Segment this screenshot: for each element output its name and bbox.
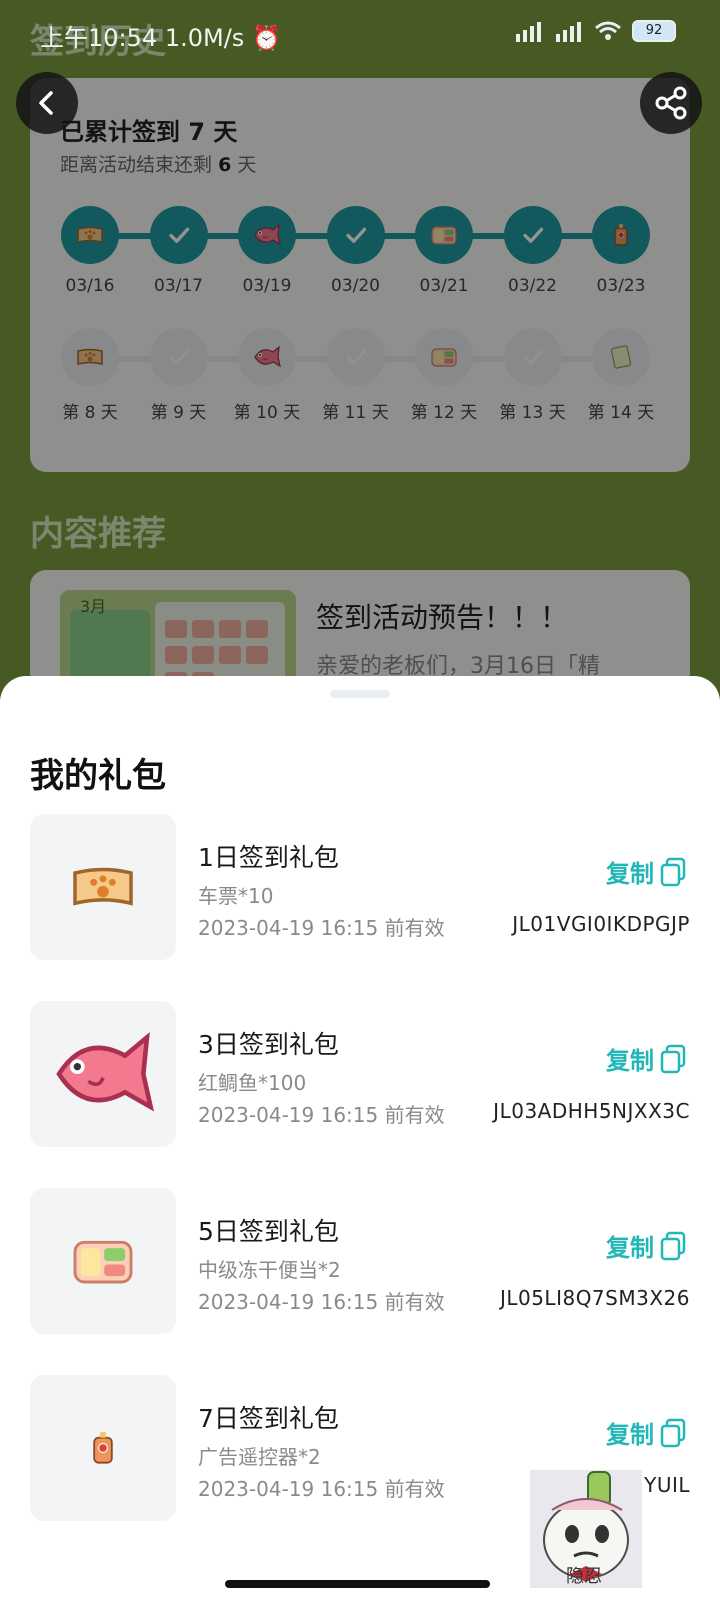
gift-code[interactable]: JL05LI8Q7SM3X26: [500, 1286, 690, 1310]
copy-icon: [660, 1231, 686, 1260]
gift-row: 5日签到礼包 中级冻干便当*2 2023-04-19 16:15 前有效 复制 …: [0, 1188, 720, 1334]
home-indicator[interactable]: [225, 1580, 490, 1588]
network-speed: 1.0M/s: [164, 24, 245, 52]
gift-expiry: 2023-04-19 16:15 前有效: [198, 1477, 445, 1501]
copy-button[interactable]: 复制: [606, 1415, 686, 1450]
remote-icon: [93, 1431, 113, 1464]
bento-icon: [73, 1240, 133, 1284]
copy-label: 复制: [606, 1047, 654, 1075]
signal-icon: [516, 22, 541, 42]
gift-item: 红鲷鱼*100: [198, 1071, 307, 1095]
gift-row: 1日签到礼包 车票*10 2023-04-19 16:15 前有效 复制 JL0…: [0, 814, 720, 960]
gift-row: 3日签到礼包 红鲷鱼*100 2023-04-19 16:15 前有效 复制 J…: [0, 1001, 720, 1147]
gift-name: 1日签到礼包: [198, 843, 339, 872]
copy-label: 复制: [606, 1234, 654, 1262]
gift-code[interactable]: JL03ADHH5NJXX3C: [493, 1099, 690, 1123]
gift-icon-box: [30, 1188, 176, 1334]
gift-item: 车票*10: [198, 884, 274, 908]
copy-label: 复制: [606, 860, 654, 888]
gift-icon-box: [30, 1001, 176, 1147]
chevron-left-icon: [39, 91, 53, 115]
copy-icon: [660, 857, 686, 886]
gift-name: 7日签到礼包: [198, 1404, 339, 1433]
wifi-icon: [595, 21, 621, 40]
share-button[interactable]: [640, 72, 702, 134]
copy-button[interactable]: 复制: [606, 1228, 686, 1263]
copy-button[interactable]: 复制: [606, 1041, 686, 1076]
gift-expiry: 2023-04-19 16:15 前有效: [198, 916, 445, 940]
back-button[interactable]: [16, 72, 78, 134]
dim-overlay[interactable]: [0, 0, 720, 700]
gift-expiry: 2023-04-19 16:15 前有效: [198, 1290, 445, 1314]
sheet-handle[interactable]: [330, 690, 390, 698]
status-time: 上午10:54 1.0M/s ⏰: [40, 24, 282, 52]
floating-sticker[interactable]: 隐忍: [530, 1470, 642, 1588]
status-bar: 上午10:54 1.0M/s ⏰ 92: [0, 0, 720, 62]
gift-item: 中级冻干便当*2: [198, 1258, 341, 1282]
gift-name: 5日签到礼包: [198, 1217, 339, 1246]
copy-button[interactable]: 复制: [606, 854, 686, 889]
gift-icon-box: [30, 1375, 176, 1521]
sheet-title: 我的礼包: [30, 756, 166, 796]
gift-item: 广告遥控器*2: [198, 1445, 321, 1469]
signal-icon: [556, 22, 581, 42]
copy-icon: [660, 1044, 686, 1073]
gift-expiry: 2023-04-19 16:15 前有效: [198, 1103, 445, 1127]
gift-sheet: 我的礼包 1日签到礼包 车票*10 2023-04-19 16:15 前有效 复…: [0, 676, 720, 1600]
copy-icon: [660, 1418, 686, 1447]
gift-name: 3日签到礼包: [198, 1030, 339, 1059]
sticker-caption: 隐忍: [566, 1566, 602, 1587]
ticket-icon: [73, 867, 133, 906]
battery-icon: 92: [632, 20, 676, 42]
fish-icon: [56, 1031, 155, 1112]
alarm-icon: ⏰: [251, 24, 282, 52]
gift-icon-box: [30, 814, 176, 960]
copy-label: 复制: [606, 1421, 654, 1449]
gift-code[interactable]: JL01VGI0IKDPGJP: [512, 912, 690, 936]
share-icon: [655, 86, 687, 120]
